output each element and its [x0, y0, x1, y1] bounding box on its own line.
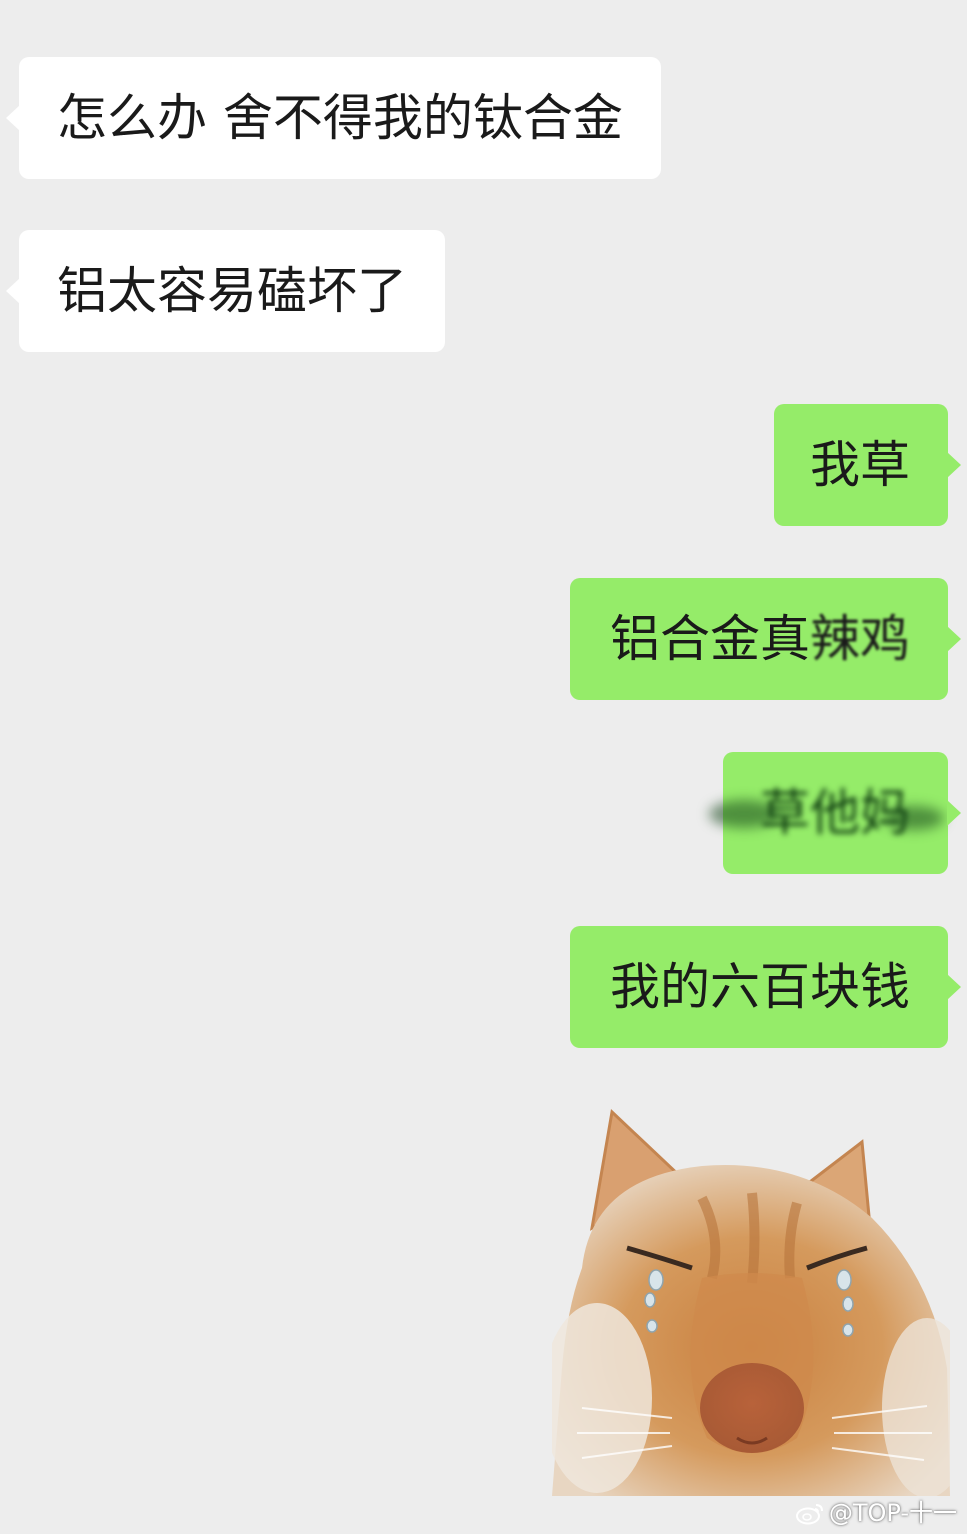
message-text: 铝太容易磕坏了 — [57, 262, 407, 320]
message-bubble-outgoing[interactable]: 铝合金真辣鸡 — [570, 578, 961, 700]
message-text: 铝合金真 — [610, 610, 810, 668]
message-text: 怎么办 舍不得我的钛合金 — [57, 89, 623, 147]
message-text: 我的六百块钱 — [610, 958, 910, 1016]
fur-stripe — [747, 1192, 760, 1284]
tear-drop — [842, 1323, 854, 1337]
message-bubble-outgoing[interactable]: 草他妈 — [709, 752, 961, 874]
crying-cat-sticker[interactable] — [552, 1108, 950, 1496]
message-bubble-incoming[interactable]: 铝太容易磕坏了 — [6, 230, 445, 352]
tear-drop — [836, 1269, 852, 1291]
message-text: 我草 — [810, 436, 910, 494]
tear-drop — [644, 1292, 656, 1308]
watermark-text: @TOP-十一 — [828, 1499, 957, 1527]
tear-drop — [842, 1296, 854, 1312]
message-bubble-outgoing[interactable]: 我的六百块钱 — [570, 926, 961, 1048]
tear-drop — [648, 1269, 664, 1291]
censor-smudge — [709, 800, 779, 828]
message-bubble-incoming[interactable]: 怎么办 舍不得我的钛合金 — [6, 57, 661, 179]
weibo-watermark: @TOP-十一 — [795, 1493, 957, 1528]
censored-text: 辣鸡 — [810, 610, 910, 668]
cat-nose — [700, 1363, 804, 1453]
tear-drop — [646, 1319, 658, 1333]
censor-smudge — [884, 806, 944, 830]
weibo-icon — [795, 1504, 823, 1525]
message-bubble-outgoing[interactable]: 我草 — [774, 404, 961, 526]
